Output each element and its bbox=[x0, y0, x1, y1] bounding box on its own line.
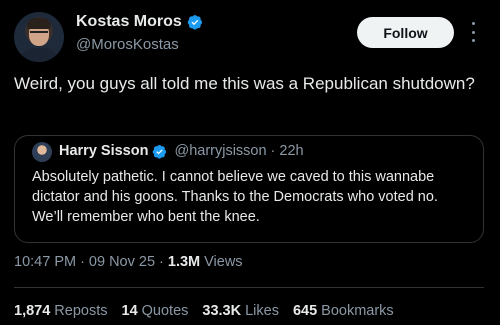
reposts-label: Reposts bbox=[54, 303, 108, 319]
meta-separator: · bbox=[80, 254, 85, 270]
verified-badge-icon bbox=[187, 15, 202, 30]
divider bbox=[14, 287, 484, 288]
tweet-text: Weird, you guys all told me this was a R… bbox=[14, 74, 475, 93]
quoted-author-avatar[interactable] bbox=[32, 142, 52, 162]
avatar-suit bbox=[20, 48, 58, 62]
author-name[interactable]: Kostas Moros bbox=[76, 13, 182, 31]
tweet-header: Kostas Moros @MorosKostas Follow bbox=[0, 0, 500, 70]
avatar-hair bbox=[27, 18, 51, 29]
quoted-author-name[interactable]: Harry Sisson bbox=[59, 143, 148, 159]
quoted-tweet[interactable]: Harry Sisson @harryjsisson · 22h Absolut… bbox=[14, 135, 484, 243]
tweet-time[interactable]: 10:47 PM bbox=[14, 254, 76, 270]
bookmarks-stat[interactable]: 645 Bookmarks bbox=[293, 303, 394, 319]
quoted-author-handle[interactable]: @harryjsisson bbox=[174, 143, 266, 159]
quotes-label: Quotes bbox=[141, 303, 189, 319]
meta-separator: · bbox=[159, 254, 164, 270]
bookmarks-label: Bookmarks bbox=[321, 303, 394, 319]
avatar-glasses bbox=[30, 31, 48, 36]
quoted-tweet-age: · 22h bbox=[270, 143, 304, 159]
more-dot bbox=[471, 30, 475, 34]
verified-badge-icon bbox=[153, 144, 167, 159]
author-name-row: Kostas Moros bbox=[76, 13, 203, 31]
author-avatar[interactable] bbox=[14, 12, 64, 62]
tweet-date[interactable]: 09 Nov 25 bbox=[89, 254, 155, 270]
follow-button[interactable]: Follow bbox=[357, 17, 454, 48]
quotes-stat[interactable]: 14 Quotes bbox=[122, 303, 189, 319]
quoted-author-row: Harry Sisson @harryjsisson · 22h bbox=[59, 143, 304, 159]
reposts-count: 1,874 bbox=[14, 303, 51, 319]
views-count: 1.3M bbox=[167, 254, 201, 270]
likes-label: Likes bbox=[245, 303, 279, 319]
more-vertical-icon[interactable] bbox=[470, 22, 476, 42]
more-dot bbox=[471, 39, 475, 42]
likes-count: 33.3K bbox=[202, 303, 242, 319]
quoted-tweet-text: Absolutely pathetic. I cannot believe we… bbox=[32, 169, 438, 225]
more-dot bbox=[471, 22, 475, 25]
quotes-count: 14 bbox=[121, 303, 138, 319]
tweet-meta: 10:47 PM · 09 Nov 25 · 1.3M Views bbox=[14, 254, 243, 270]
reposts-stat[interactable]: 1,874 Reposts bbox=[14, 303, 108, 319]
bookmarks-count: 645 bbox=[292, 303, 318, 319]
views-label: Views bbox=[204, 254, 243, 270]
likes-stat[interactable]: 33.3K Likes bbox=[202, 303, 279, 319]
author-handle[interactable]: @MorosKostas bbox=[76, 36, 179, 53]
engagement-stats: 1,874 Reposts 14 Quotes 33.3K Likes 645 … bbox=[14, 303, 394, 319]
